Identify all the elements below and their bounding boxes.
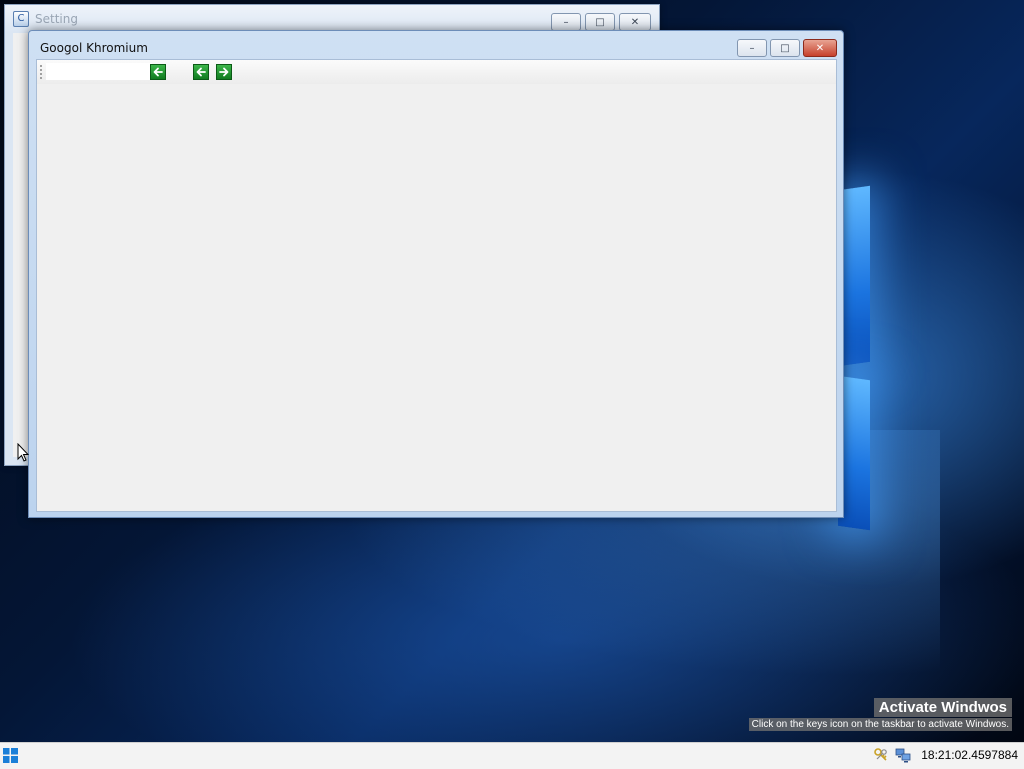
browser-minimize-button[interactable]: – (737, 39, 767, 57)
browser-window[interactable]: Googol Khromium – □ ✕ (28, 30, 844, 518)
mouse-cursor-icon (17, 443, 29, 462)
toolbar-grip-handle[interactable] (40, 64, 42, 80)
network-icon[interactable] (895, 747, 911, 763)
setting-caption-buttons: – □ ✕ (551, 13, 651, 31)
activation-subtitle: Click on the keys icon on the taskbar to… (748, 718, 1012, 731)
go-button[interactable] (150, 64, 166, 80)
system-tray: 18:21:02.4597884 (873, 747, 1018, 763)
browser-caption-buttons: – □ ✕ (737, 39, 837, 57)
setting-maximize-button[interactable]: □ (585, 13, 615, 31)
forward-button[interactable] (216, 64, 232, 80)
back-button[interactable] (193, 64, 209, 80)
activation-watermark: Activate Windwos Click on the keys icon … (748, 698, 1012, 731)
browser-client-area (36, 59, 837, 512)
browser-close-button[interactable]: ✕ (803, 39, 837, 57)
arrow-right-icon (219, 67, 229, 77)
taskbar-clock[interactable]: 18:21:02.4597884 (921, 748, 1018, 762)
browser-window-title: Googol Khromium (40, 41, 148, 55)
taskbar: 18:21:02.4597884 (0, 742, 1024, 769)
setting-window-title: Setting (35, 12, 78, 26)
setting-minimize-button[interactable]: – (551, 13, 581, 31)
arrow-left-icon (196, 67, 206, 77)
keys-icon[interactable] (873, 747, 889, 763)
browser-titlebar[interactable]: Googol Khromium (29, 31, 843, 59)
activation-title: Activate Windwos (873, 698, 1012, 717)
desktop: C Setting – □ ✕ Googol Khromium – □ ✕ Ac… (0, 0, 1024, 742)
browser-toolbar (37, 60, 836, 84)
browser-maximize-button[interactable]: □ (770, 39, 800, 57)
arrow-left-icon (153, 67, 163, 77)
setting-app-icon: C (13, 11, 29, 27)
address-input[interactable] (46, 63, 152, 80)
windows-logo-icon[interactable] (3, 748, 18, 763)
setting-close-button[interactable]: ✕ (619, 13, 651, 31)
